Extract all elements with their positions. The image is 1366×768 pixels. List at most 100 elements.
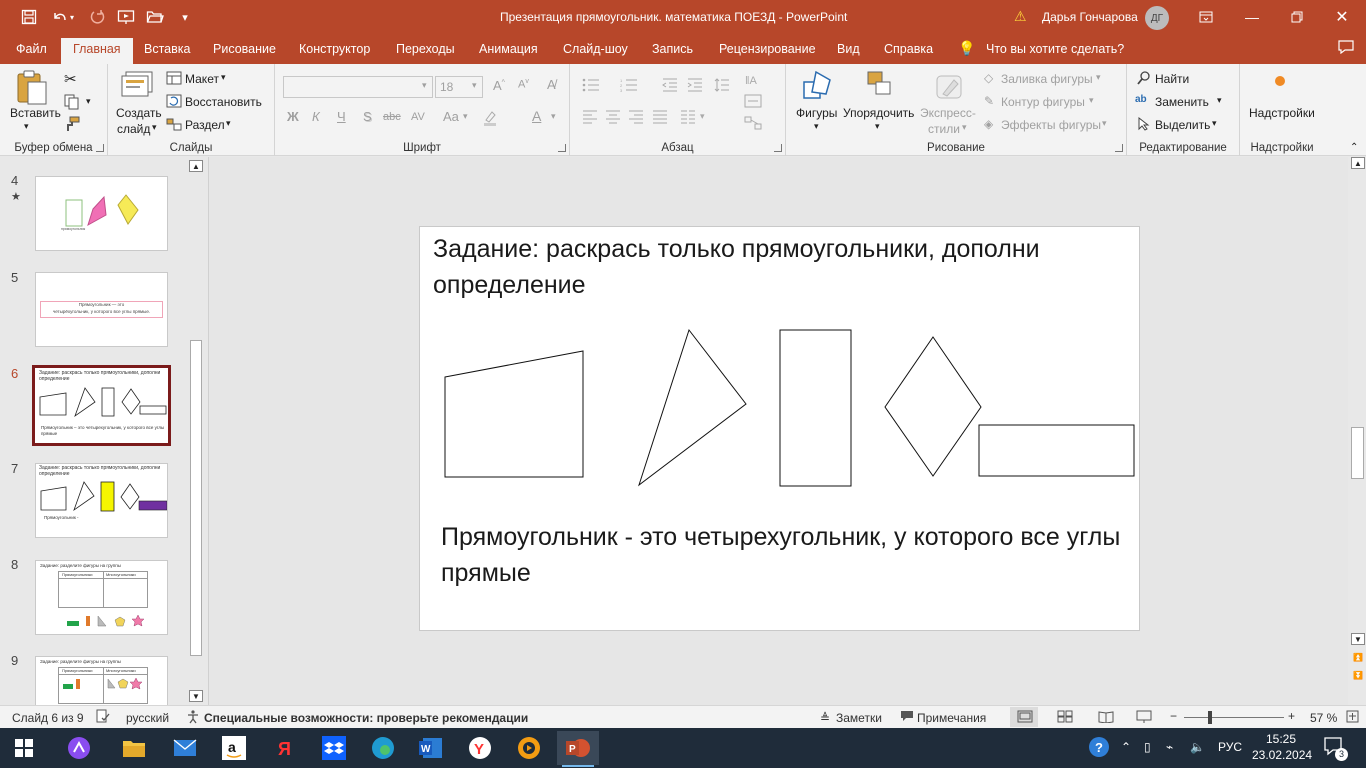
- zoom-in-icon[interactable]: +: [1288, 709, 1295, 723]
- smartart-icon[interactable]: [744, 116, 762, 133]
- network-icon[interactable]: ⌁: [1166, 740, 1173, 754]
- yandex-icon[interactable]: Я: [269, 734, 301, 762]
- slide-thumbnail-6[interactable]: Задание: раскрась только прямоугольники,…: [32, 365, 171, 446]
- arrange-button[interactable]: Упорядочить: [843, 106, 914, 120]
- warning-icon[interactable]: ⚠: [1014, 8, 1027, 25]
- new-slide-label-2[interactable]: слайд: [117, 122, 150, 136]
- reading-view-icon[interactable]: [1098, 710, 1114, 726]
- fill-icon[interactable]: ◇: [984, 71, 993, 85]
- character-spacing-button[interactable]: AV: [411, 111, 425, 123]
- find-icon[interactable]: [1137, 71, 1151, 88]
- align-center-icon[interactable]: [605, 110, 621, 127]
- font-size-dropdown-icon[interactable]: ▾: [472, 80, 477, 91]
- windows-start-icon[interactable]: [8, 734, 40, 762]
- open-icon[interactable]: [140, 0, 170, 34]
- section-dropdown-icon[interactable]: ▾: [226, 118, 231, 129]
- change-case-dropdown-icon[interactable]: ▾: [463, 111, 468, 122]
- zoom-slider-track[interactable]: [1184, 717, 1284, 718]
- show-hidden-icons-icon[interactable]: ⌃: [1121, 740, 1131, 754]
- quick-styles-label-1[interactable]: Экспресс-: [920, 106, 976, 120]
- format-painter-icon[interactable]: [64, 116, 80, 135]
- increase-indent-icon[interactable]: [687, 78, 703, 95]
- select-icon[interactable]: [1138, 116, 1150, 134]
- clipboard-launcher-icon[interactable]: .: [96, 144, 104, 152]
- language-indicator[interactable]: русский: [126, 711, 169, 725]
- slide-thumbnail-8[interactable]: Задание: разделите фигуры на группы Прям…: [35, 560, 168, 635]
- tab-home[interactable]: Главная: [61, 38, 133, 64]
- align-text-icon[interactable]: [744, 94, 762, 111]
- spelling-icon[interactable]: [96, 709, 110, 726]
- mail-icon[interactable]: [169, 734, 201, 762]
- paste-dropdown-icon[interactable]: ▾: [24, 121, 29, 132]
- italic-button[interactable]: К: [312, 109, 320, 124]
- effects-icon[interactable]: ◈: [984, 117, 993, 131]
- notes-button[interactable]: Заметки: [836, 711, 882, 725]
- bold-button[interactable]: Ж: [287, 109, 299, 124]
- zoom-out-icon[interactable]: −: [1170, 709, 1177, 723]
- slide-definition[interactable]: Прямоугольник - это четырехугольник, у к…: [441, 519, 1121, 591]
- minimize-icon[interactable]: —: [1230, 0, 1274, 34]
- layout-button[interactable]: Макет: [185, 72, 219, 86]
- highlight-icon[interactable]: [482, 110, 498, 129]
- zoom-level[interactable]: 57 %: [1310, 711, 1337, 725]
- shapes-dropdown-icon[interactable]: ▾: [814, 121, 819, 132]
- font-color-dropdown-icon[interactable]: ▾: [551, 111, 556, 122]
- normal-view-icon[interactable]: [1017, 710, 1033, 726]
- decrease-indent-icon[interactable]: [662, 78, 678, 95]
- powerpoint-taskbar-button[interactable]: P: [557, 731, 599, 765]
- slide-scrollbar[interactable]: ▲ ▼ ⏫ ⏬: [1349, 157, 1366, 705]
- clear-formatting-icon[interactable]: A̸: [547, 77, 556, 92]
- dropbox-icon[interactable]: [318, 734, 350, 762]
- replace-dropdown-icon[interactable]: ▾: [1217, 95, 1222, 106]
- ribbon-display-icon[interactable]: [1184, 0, 1228, 34]
- scroll-up-icon[interactable]: ▲: [189, 160, 203, 172]
- quick-styles-label-2[interactable]: стили: [928, 122, 960, 136]
- avatar[interactable]: ДГ: [1145, 6, 1169, 30]
- font-name-box[interactable]: [283, 76, 433, 98]
- replace-icon[interactable]: ab: [1135, 94, 1147, 105]
- comments-button[interactable]: Примечания: [917, 711, 986, 725]
- tab-view[interactable]: Вид: [837, 42, 860, 56]
- new-slide-dropdown-icon[interactable]: ▾: [152, 122, 157, 133]
- paste-button[interactable]: Вставить: [10, 106, 61, 120]
- bullets-icon[interactable]: [582, 78, 600, 95]
- clock-date[interactable]: 23.02.2024: [1252, 748, 1312, 762]
- start-slideshow-icon[interactable]: [111, 0, 141, 34]
- shapes-button[interactable]: Фигуры: [796, 106, 837, 120]
- cut-icon[interactable]: ✂: [64, 70, 77, 88]
- tab-design[interactable]: Конструктор: [299, 42, 370, 56]
- redo-icon[interactable]: [82, 0, 112, 34]
- strikethrough-button[interactable]: abc: [383, 111, 401, 123]
- copy-icon[interactable]: [64, 94, 80, 113]
- paste-icon[interactable]: [14, 70, 48, 109]
- customize-icon[interactable]: ▾: [170, 0, 200, 34]
- word-icon[interactable]: W: [415, 734, 447, 762]
- section-icon[interactable]: [166, 117, 182, 134]
- volume-icon[interactable]: 🔈: [1190, 740, 1205, 754]
- justify-icon[interactable]: [652, 110, 668, 127]
- font-color-button[interactable]: A: [532, 108, 541, 124]
- find-button[interactable]: Найти: [1155, 72, 1189, 86]
- columns-dropdown-icon[interactable]: ▾: [700, 111, 705, 122]
- select-button[interactable]: Выделить: [1155, 118, 1210, 132]
- media-player-icon[interactable]: [513, 734, 545, 762]
- alice-assistant-icon[interactable]: [63, 734, 95, 762]
- numbering-icon[interactable]: 123: [620, 78, 638, 95]
- line-spacing-icon[interactable]: [714, 78, 730, 95]
- tab-file[interactable]: Файл: [16, 42, 47, 56]
- tab-slideshow[interactable]: Слайд-шоу: [563, 42, 628, 56]
- tab-draw[interactable]: Рисование: [213, 42, 276, 56]
- edge-browser-icon[interactable]: [367, 734, 399, 762]
- tab-help[interactable]: Справка: [884, 42, 933, 56]
- new-slide-icon[interactable]: [120, 70, 154, 103]
- slide-thumbnail-5[interactable]: Прямоугольник — это четырёхугольник, у к…: [35, 272, 168, 347]
- scroll-down-icon[interactable]: ▼: [189, 690, 203, 702]
- tab-transitions[interactable]: Переходы: [396, 42, 455, 56]
- align-left-icon[interactable]: [582, 110, 598, 127]
- copy-dropdown-icon[interactable]: ▾: [86, 96, 91, 107]
- select-dropdown-icon[interactable]: ▾: [1212, 118, 1217, 129]
- comments-icon[interactable]: [1338, 40, 1354, 57]
- arrange-icon[interactable]: [866, 70, 894, 105]
- file-explorer-icon[interactable]: [118, 734, 150, 762]
- save-icon[interactable]: [14, 0, 44, 34]
